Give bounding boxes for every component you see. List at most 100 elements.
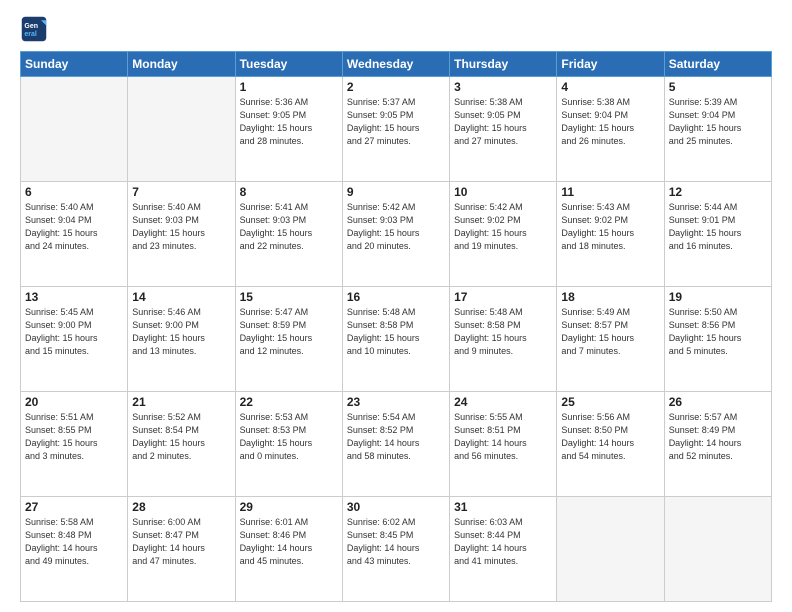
calendar-cell: 12Sunrise: 5:44 AM Sunset: 9:01 PM Dayli…	[664, 182, 771, 287]
day-info: Sunrise: 6:00 AM Sunset: 8:47 PM Dayligh…	[132, 516, 230, 568]
calendar-cell: 31 Sunrise: 6:03 AM Sunset: 8:44 PM Dayli…	[450, 497, 557, 602]
day-number: 21	[132, 395, 230, 409]
day-number: 16	[347, 290, 445, 304]
calendar-cell: 20 Sunrise: 5:51 AM Sunset: 8:55 PM Dayli…	[21, 392, 128, 497]
day-number: 9	[347, 185, 445, 199]
calendar-cell: 15 Sunrise: 5:47 AM Sunset: 8:59 PM Dayli…	[235, 287, 342, 392]
day-info: Sunrise: 6:02 AM Sunset: 8:45 PM Dayligh…	[347, 516, 445, 568]
day-number: 6	[25, 185, 123, 199]
day-number: 4	[561, 80, 659, 94]
day-info: Sunrise: 5:36 AM Sunset: 9:05 PM Dayligh…	[240, 96, 338, 148]
day-info: Sunrise: 5:37 AM Sunset: 9:05 PM Dayligh…	[347, 96, 445, 148]
day-number: 19	[669, 290, 767, 304]
day-number: 13	[25, 290, 123, 304]
day-info: Sunrise: 5:42 AM Sunset: 9:03 PM Dayligh…	[347, 201, 445, 253]
day-info: Sunrise: 5:54 AM Sunset: 8:52 PM Dayligh…	[347, 411, 445, 463]
day-info: Sunrise: 5:46 AM Sunset: 9:00 PM Dayligh…	[132, 306, 230, 358]
calendar-cell: 11 Sunrise: 5:43 AM Sunset: 9:02 PM Dayli…	[557, 182, 664, 287]
day-number: 31	[454, 500, 552, 514]
calendar-cell: 7Sunrise: 5:40 AM Sunset: 9:03 PM Daylig…	[128, 182, 235, 287]
calendar-cell	[21, 77, 128, 182]
page: Gen eral SundayMondayTuesdayWednesdayThu…	[0, 0, 792, 612]
calendar-header-thursday: Thursday	[450, 52, 557, 77]
svg-text:eral: eral	[24, 31, 37, 38]
day-info: Sunrise: 5:49 AM Sunset: 8:57 PM Dayligh…	[561, 306, 659, 358]
day-info: Sunrise: 5:38 AM Sunset: 9:05 PM Dayligh…	[454, 96, 552, 148]
day-number: 14	[132, 290, 230, 304]
day-info: Sunrise: 5:50 AM Sunset: 8:56 PM Dayligh…	[669, 306, 767, 358]
calendar-cell: 1 Sunrise: 5:36 AM Sunset: 9:05 PM Daylig…	[235, 77, 342, 182]
calendar-cell: 3 Sunrise: 5:38 AM Sunset: 9:05 PM Daylig…	[450, 77, 557, 182]
calendar-cell: 13 Sunrise: 5:45 AM Sunset: 9:00 PM Dayli…	[21, 287, 128, 392]
calendar-cell: 10 Sunrise: 5:42 AM Sunset: 9:02 PM Dayli…	[450, 182, 557, 287]
day-info: Sunrise: 5:42 AM Sunset: 9:02 PM Dayligh…	[454, 201, 552, 253]
day-info: Sunrise: 5:56 AM Sunset: 8:50 PM Dayligh…	[561, 411, 659, 463]
day-info: Sunrise: 5:41 AM Sunset: 9:03 PM Dayligh…	[240, 201, 338, 253]
day-number: 5	[669, 80, 767, 94]
day-number: 23	[347, 395, 445, 409]
calendar-cell: 4 Sunrise: 5:38 AM Sunset: 9:04 PM Daylig…	[557, 77, 664, 182]
day-number: 27	[25, 500, 123, 514]
calendar-cell: 22Sunrise: 5:53 AM Sunset: 8:53 PM Dayli…	[235, 392, 342, 497]
calendar-cell: 23 Sunrise: 5:54 AM Sunset: 8:52 PM Dayli…	[342, 392, 449, 497]
day-info: Sunrise: 5:38 AM Sunset: 9:04 PM Dayligh…	[561, 96, 659, 148]
day-info: Sunrise: 5:52 AM Sunset: 8:54 PM Dayligh…	[132, 411, 230, 463]
calendar-cell: 18 Sunrise: 5:49 AM Sunset: 8:57 PM Dayli…	[557, 287, 664, 392]
calendar-header-friday: Friday	[557, 52, 664, 77]
day-info: Sunrise: 6:01 AM Sunset: 8:46 PM Dayligh…	[240, 516, 338, 568]
day-info: Sunrise: 5:40 AM Sunset: 9:03 PM Dayligh…	[132, 201, 230, 253]
day-info: Sunrise: 5:48 AM Sunset: 8:58 PM Dayligh…	[454, 306, 552, 358]
day-number: 15	[240, 290, 338, 304]
calendar-header-tuesday: Tuesday	[235, 52, 342, 77]
calendar-cell: 25 Sunrise: 5:56 AM Sunset: 8:50 PM Dayli…	[557, 392, 664, 497]
logo-icon: Gen eral	[20, 15, 48, 43]
calendar-cell: 21 Sunrise: 5:52 AM Sunset: 8:54 PM Dayli…	[128, 392, 235, 497]
day-number: 2	[347, 80, 445, 94]
day-info: Sunrise: 5:47 AM Sunset: 8:59 PM Dayligh…	[240, 306, 338, 358]
calendar-week-0: 1 Sunrise: 5:36 AM Sunset: 9:05 PM Daylig…	[21, 77, 772, 182]
calendar-header-sunday: Sunday	[21, 52, 128, 77]
calendar-cell: 29Sunrise: 6:01 AM Sunset: 8:46 PM Dayli…	[235, 497, 342, 602]
day-number: 8	[240, 185, 338, 199]
calendar-table: SundayMondayTuesdayWednesdayThursdayFrid…	[20, 51, 772, 602]
calendar-cell: 9 Sunrise: 5:42 AM Sunset: 9:03 PM Daylig…	[342, 182, 449, 287]
calendar-cell: 30Sunrise: 6:02 AM Sunset: 8:45 PM Dayli…	[342, 497, 449, 602]
day-number: 3	[454, 80, 552, 94]
day-number: 28	[132, 500, 230, 514]
calendar-cell: 6 Sunrise: 5:40 AM Sunset: 9:04 PM Daylig…	[21, 182, 128, 287]
calendar-cell: 28 Sunrise: 6:00 AM Sunset: 8:47 PM Dayli…	[128, 497, 235, 602]
day-number: 1	[240, 80, 338, 94]
calendar-week-1: 6 Sunrise: 5:40 AM Sunset: 9:04 PM Daylig…	[21, 182, 772, 287]
day-info: Sunrise: 5:51 AM Sunset: 8:55 PM Dayligh…	[25, 411, 123, 463]
day-info: Sunrise: 5:43 AM Sunset: 9:02 PM Dayligh…	[561, 201, 659, 253]
day-info: Sunrise: 6:03 AM Sunset: 8:44 PM Dayligh…	[454, 516, 552, 568]
day-number: 18	[561, 290, 659, 304]
day-number: 11	[561, 185, 659, 199]
day-info: Sunrise: 5:48 AM Sunset: 8:58 PM Dayligh…	[347, 306, 445, 358]
calendar-cell: 14 Sunrise: 5:46 AM Sunset: 9:00 PM Dayli…	[128, 287, 235, 392]
calendar-cell: 27 Sunrise: 5:58 AM Sunset: 8:48 PM Dayli…	[21, 497, 128, 602]
day-info: Sunrise: 5:40 AM Sunset: 9:04 PM Dayligh…	[25, 201, 123, 253]
calendar-week-3: 20 Sunrise: 5:51 AM Sunset: 8:55 PM Dayli…	[21, 392, 772, 497]
calendar-cell: 2 Sunrise: 5:37 AM Sunset: 9:05 PM Daylig…	[342, 77, 449, 182]
calendar-cell: 19 Sunrise: 5:50 AM Sunset: 8:56 PM Dayli…	[664, 287, 771, 392]
day-info: Sunrise: 5:58 AM Sunset: 8:48 PM Dayligh…	[25, 516, 123, 568]
day-number: 20	[25, 395, 123, 409]
day-info: Sunrise: 5:45 AM Sunset: 9:00 PM Dayligh…	[25, 306, 123, 358]
day-info: Sunrise: 5:44 AM Sunset: 9:01 PM Dayligh…	[669, 201, 767, 253]
calendar-cell: 26 Sunrise: 5:57 AM Sunset: 8:49 PM Dayli…	[664, 392, 771, 497]
calendar-cell: 17Sunrise: 5:48 AM Sunset: 8:58 PM Dayli…	[450, 287, 557, 392]
calendar-cell: 24Sunrise: 5:55 AM Sunset: 8:51 PM Dayli…	[450, 392, 557, 497]
day-number: 10	[454, 185, 552, 199]
day-number: 26	[669, 395, 767, 409]
calendar-header-row: SundayMondayTuesdayWednesdayThursdayFrid…	[21, 52, 772, 77]
day-number: 25	[561, 395, 659, 409]
day-number: 24	[454, 395, 552, 409]
logo: Gen eral	[20, 15, 52, 43]
calendar-cell	[664, 497, 771, 602]
calendar-week-2: 13 Sunrise: 5:45 AM Sunset: 9:00 PM Dayli…	[21, 287, 772, 392]
calendar-header-saturday: Saturday	[664, 52, 771, 77]
day-info: Sunrise: 5:57 AM Sunset: 8:49 PM Dayligh…	[669, 411, 767, 463]
calendar-cell: 8 Sunrise: 5:41 AM Sunset: 9:03 PM Daylig…	[235, 182, 342, 287]
svg-text:Gen: Gen	[24, 23, 38, 30]
